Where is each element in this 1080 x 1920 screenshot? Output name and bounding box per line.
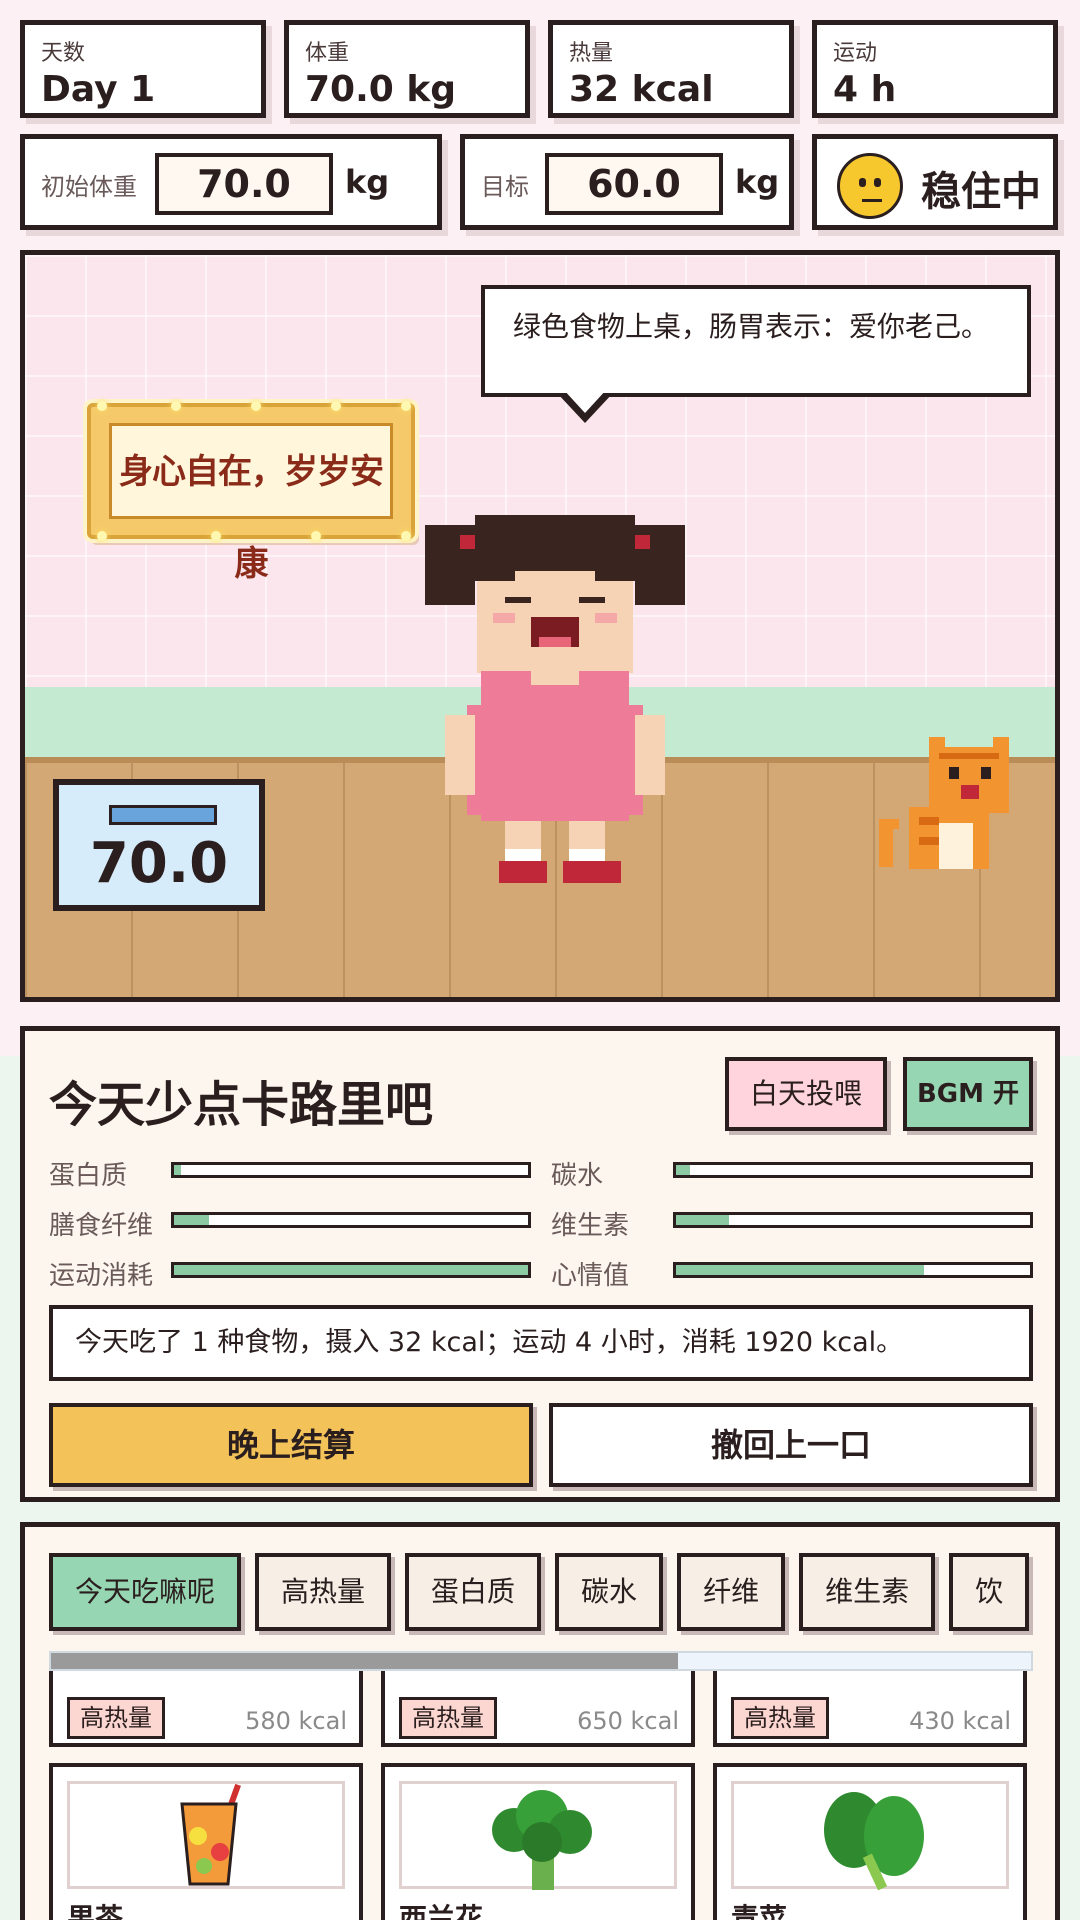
food-image [731, 1781, 1009, 1891]
target-weight-box: 目标 60.0 kg [460, 134, 794, 230]
stat-label: 体重 [305, 41, 350, 66]
nutrient-label: 膳食纤维 [49, 1211, 154, 1241]
stat-day: 天数 Day 1 [20, 20, 266, 118]
fruit-tea-icon [180, 1783, 241, 1886]
weight-scale: 70.0 [53, 779, 265, 911]
meter-fill [676, 1165, 691, 1175]
speech-bubble-tail [557, 389, 613, 423]
food-name: 果茶 [67, 1902, 124, 1920]
tab-carbs[interactable]: 碳水 [555, 1553, 664, 1631]
daily-summary: 今天吃了 1 种食物，摄入 32 kcal；运动 4 小时，消耗 1920 kc… [49, 1305, 1033, 1381]
stat-value: 70.0 kg [305, 69, 457, 110]
game-scene[interactable]: 绿色食物上桌，肠胃表示：爱你老己。 身心自在，岁岁安康 70.0 [20, 250, 1060, 1002]
tabs-scrollbar[interactable] [49, 1651, 1033, 1671]
nutrient-meter [171, 1162, 531, 1178]
nutrient-label: 蛋白质 [49, 1161, 128, 1191]
tab-fiber[interactable]: 纤维 [677, 1553, 786, 1631]
stat-exercise: 运动 4 h [812, 20, 1058, 118]
undo-last-bite-button[interactable]: 撤回上一口 [549, 1403, 1033, 1487]
mood-status: 稳住中 [921, 169, 1041, 215]
evening-settle-button[interactable]: 晚上结算 [49, 1403, 533, 1487]
motto-sign: 身心自在，岁岁安康 [87, 401, 415, 584]
stat-label: 热量 [569, 41, 614, 66]
food-card-fruit-tea[interactable]: 果茶 [49, 1763, 363, 1920]
meter-fill [174, 1165, 182, 1175]
nutrient-meter [673, 1262, 1033, 1278]
tab-protein[interactable]: 蛋白质 [405, 1553, 542, 1631]
tab-all[interactable]: 今天吃嘛呢 [49, 1553, 242, 1631]
meter-fill [174, 1265, 528, 1275]
status-panel: 今天少点卡路里吧 白天投喂 BGM 开 蛋白质 碳水 膳食纤维 维生素 运动消耗… [20, 1026, 1060, 1502]
food-picker: 今天吃嘛呢 高热量 蛋白质 碳水 纤维 维生素饮 高热量 580 kcal 高热量 650… [20, 1522, 1060, 1920]
food-kcal: 430 kcal [909, 1707, 1011, 1735]
feed-daytime-button[interactable]: 白天投喂 [725, 1057, 887, 1131]
cat-icon[interactable] [879, 737, 1019, 877]
greens-icon [824, 1792, 924, 1891]
food-card[interactable]: 高热量 580 kcal [49, 1671, 363, 1747]
nutrient-meter [673, 1212, 1033, 1228]
motto-text: 身心自在，岁岁安康 [109, 423, 393, 584]
nutrient-label: 心情值 [551, 1261, 630, 1291]
stat-label: 运动 [833, 41, 878, 66]
target-weight-label: 目标 [481, 173, 529, 201]
food-tag: 高热量 [67, 1697, 165, 1739]
nutrient-meter [171, 1212, 531, 1228]
food-tag: 高热量 [731, 1697, 829, 1739]
meter-fill [676, 1265, 924, 1275]
stat-value: 32 kcal [569, 69, 714, 110]
nutrient-meter [673, 1162, 1033, 1178]
food-kcal: 580 kcal [245, 1707, 347, 1735]
stat-weight: 体重 70.0 kg [284, 20, 530, 118]
meter-fill [174, 1215, 210, 1225]
scrollbar-thumb[interactable] [51, 1653, 679, 1669]
food-card[interactable]: 高热量 430 kcal [713, 1671, 1027, 1747]
speech-bubble: 绿色食物上桌，肠胃表示：爱你老己。 [481, 285, 1031, 397]
tab-vitamin[interactable]: 维生素 [799, 1553, 936, 1631]
mood-box: 稳住中 [812, 134, 1058, 230]
stat-label: 天数 [41, 41, 86, 66]
start-weight-input[interactable]: 70.0 [155, 153, 333, 215]
stat-value: 4 h [833, 69, 897, 110]
nutrient-label: 运动消耗 [49, 1261, 154, 1291]
broccoli-icon [492, 1790, 592, 1890]
food-name: 青菜 [731, 1902, 788, 1920]
bgm-toggle-button[interactable]: BGM 开 [903, 1057, 1033, 1131]
girl-character-icon[interactable] [405, 505, 705, 925]
scale-reading: 70.0 [89, 831, 229, 896]
tab-drinks[interactable]: 饮 [949, 1553, 1030, 1631]
nutrient-label: 维生素 [551, 1211, 630, 1241]
nutrient-meter [171, 1262, 531, 1278]
target-weight-input[interactable]: 60.0 [545, 153, 723, 215]
food-card-greens[interactable]: 青菜 [713, 1763, 1027, 1920]
stat-value: Day 1 [41, 69, 156, 110]
meter-fill [676, 1215, 730, 1225]
target-weight-unit: kg [735, 163, 780, 201]
food-image [67, 1781, 345, 1889]
food-name: 西兰花 [399, 1902, 484, 1920]
food-card-broccoli[interactable]: 西兰花 [381, 1763, 695, 1920]
food-image [399, 1781, 677, 1890]
food-tag: 高热量 [399, 1697, 497, 1739]
start-weight-label: 初始体重 [41, 173, 137, 201]
neutral-face-icon [837, 153, 903, 219]
scale-display-bar [109, 805, 217, 825]
start-weight-unit: kg [345, 163, 390, 201]
nutrient-label: 碳水 [551, 1161, 604, 1191]
tab-high-calorie[interactable]: 高热量 [255, 1553, 392, 1631]
food-card[interactable]: 高热量 650 kcal [381, 1671, 695, 1747]
food-kcal: 650 kcal [577, 1707, 679, 1735]
panel-title: 今天少点卡路里吧 [49, 1077, 434, 1133]
food-category-tabs: 今天吃嘛呢 高热量 蛋白质 碳水 纤维 维生素饮 [49, 1553, 1037, 1637]
stat-calories: 热量 32 kcal [548, 20, 794, 118]
start-weight-box: 初始体重 70.0 kg [20, 134, 442, 230]
